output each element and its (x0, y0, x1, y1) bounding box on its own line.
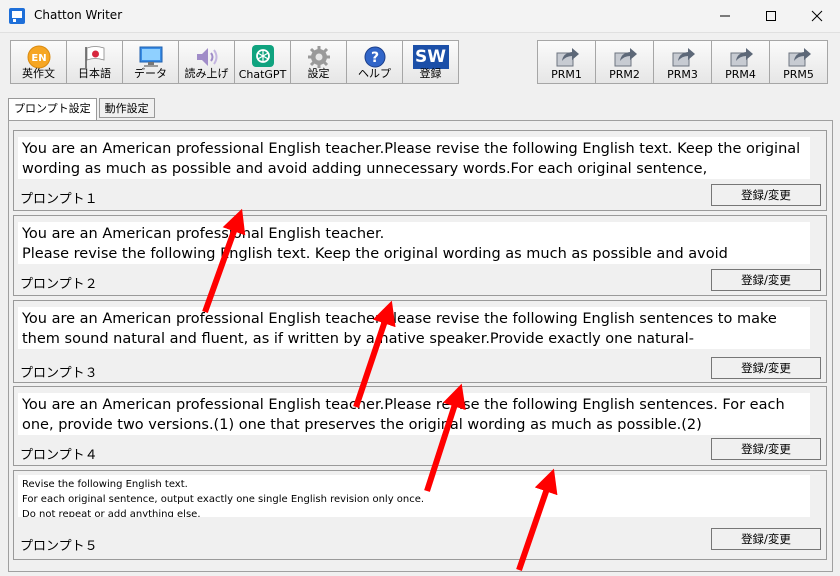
annotation-arrow (353, 300, 396, 408)
annotation-arrow (424, 383, 466, 492)
annotation-arrows (202, 208, 558, 571)
annotation-arrow (202, 208, 246, 314)
annotation-arrow (516, 468, 558, 571)
